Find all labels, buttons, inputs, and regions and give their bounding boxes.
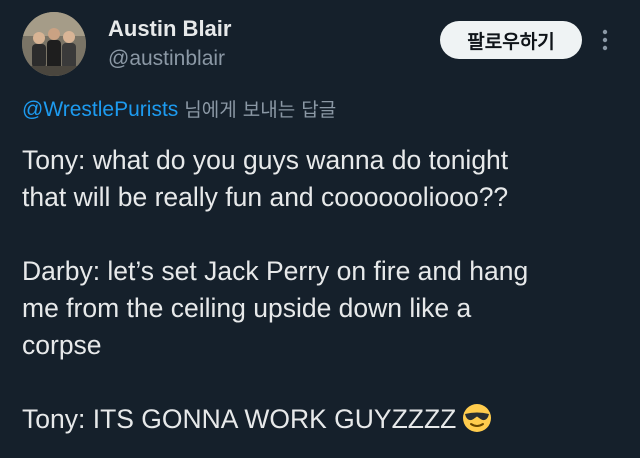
tweet-header: Austin Blair @austinblair 팔로우하기 bbox=[0, 0, 640, 90]
user-handle[interactable]: @austinblair bbox=[108, 47, 225, 71]
display-name[interactable]: Austin Blair bbox=[108, 16, 231, 42]
reply-suffix-text: 님에게 보내는 답글 bbox=[184, 99, 337, 121]
more-options-icon[interactable] bbox=[597, 26, 613, 54]
avatar[interactable] bbox=[22, 12, 86, 76]
reply-mention-link[interactable]: @WrestlePurists bbox=[22, 98, 178, 121]
sunglasses-face-icon bbox=[463, 404, 492, 432]
tweet-line: that will be really fun and cooooooliooo… bbox=[22, 182, 509, 212]
tweet-line: me from the ceiling upside down like a bbox=[22, 293, 472, 323]
tweet-text: Tony: what do you guys wanna do tonight … bbox=[22, 142, 622, 438]
follow-button[interactable]: 팔로우하기 bbox=[440, 21, 582, 59]
avatar-photo-icon bbox=[22, 12, 86, 76]
tweet-line: Darby: let’s set Jack Perry on fire and … bbox=[22, 256, 529, 286]
replying-to-line: @WrestlePurists 님에게 보내는 답글 bbox=[22, 95, 336, 122]
tweet-last-line: Tony: ITS GONNA WORK GUYZZZZ bbox=[22, 401, 622, 438]
tweet-line: corpse bbox=[22, 330, 102, 360]
tweet-line-text: Tony: ITS GONNA WORK GUYZZZZ bbox=[22, 404, 457, 434]
tweet-line: Tony: what do you guys wanna do tonight bbox=[22, 145, 509, 175]
